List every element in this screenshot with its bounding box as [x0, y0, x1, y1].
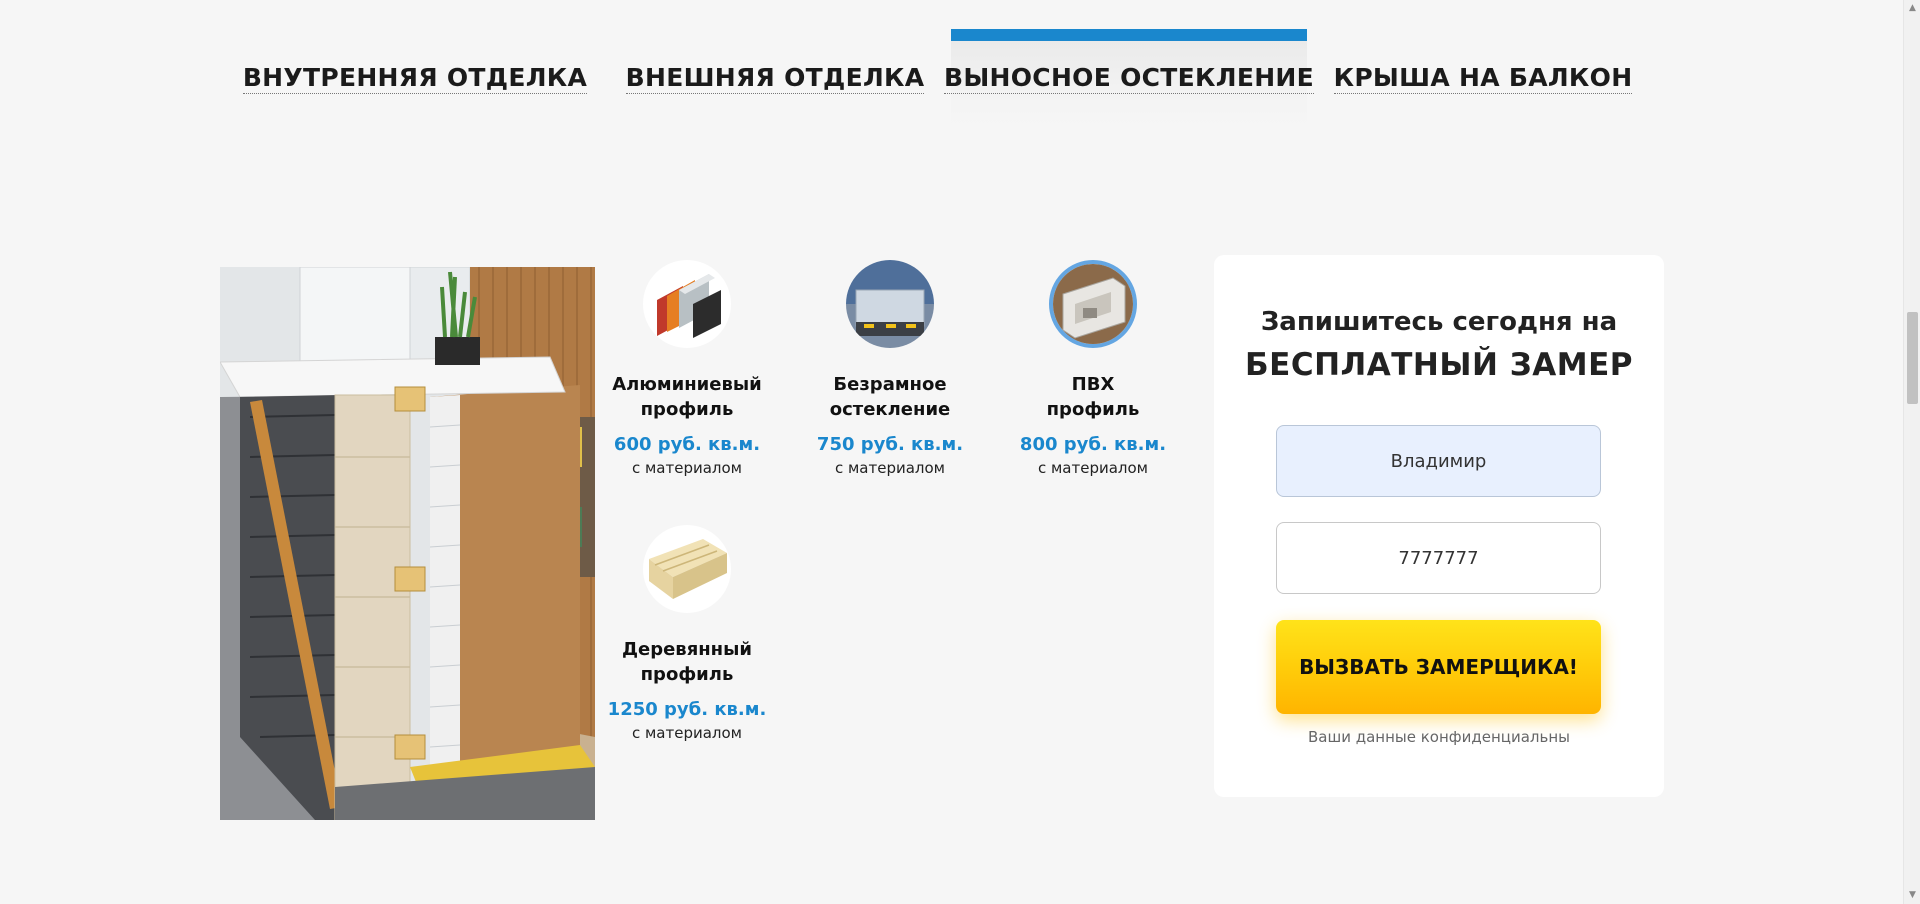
form-subtitle: БЕСПЛАТНЫЙ ЗАМЕР	[1245, 347, 1633, 383]
tab-remote-glazing[interactable]: ВЫНОСНОЕ ОСТЕКЛЕНИЕ	[943, 29, 1315, 129]
scroll-down-icon[interactable]: ▼	[1904, 887, 1920, 904]
tab-label: ВНУТРЕННЯЯ ОТДЕЛКА	[242, 63, 588, 94]
product-card-pvc: ПВХ профиль 800 руб. кв.м. с материалом	[1003, 260, 1183, 478]
product-name-line2: профиль	[640, 399, 734, 420]
balcony-cutaway-image	[220, 267, 595, 820]
product-note: с материалом	[631, 724, 743, 742]
tab-label: ВЫНОСНОЕ ОСТЕКЛЕНИЕ	[943, 63, 1315, 94]
product-price: 750 руб. кв.м.	[816, 434, 964, 455]
tab-balcony-roof[interactable]: КРЫША НА БАЛКОН	[1333, 29, 1633, 129]
tab-label: ВНЕШНЯЯ ОТДЕЛКА	[625, 63, 925, 94]
scrollbar-thumb[interactable]	[1907, 312, 1918, 404]
aluminum-profile-icon	[643, 260, 731, 348]
product-note: с материалом	[631, 459, 743, 477]
scroll-up-icon[interactable]: ▲	[1904, 0, 1920, 17]
call-measurer-button[interactable]: ВЫЗВАТЬ ЗАМЕРЩИКА!	[1276, 620, 1601, 714]
product-note: с материалом	[1037, 459, 1149, 477]
tab-interior-finishing[interactable]: ВНУТРЕННЯЯ ОТДЕЛКА	[242, 29, 588, 129]
wooden-profile-icon	[643, 525, 731, 613]
tab-label: КРЫША НА БАЛКОН	[1333, 63, 1633, 94]
product-price: 800 руб. кв.м.	[1019, 434, 1167, 455]
privacy-note: Ваши данные конфиденциальны	[1308, 728, 1570, 746]
product-name: Безрамное остекление	[800, 372, 980, 422]
product-name-line1: ПВХ	[1071, 374, 1115, 395]
product-price: 600 руб. кв.м.	[613, 434, 761, 455]
product-name: Алюминиевый профиль	[597, 372, 777, 422]
product-name-line1: Алюминиевый	[612, 374, 762, 395]
product-card-wooden: Деревянный профиль 1250 руб. кв.м. с мат…	[597, 525, 777, 743]
product-name: ПВХ профиль	[1003, 372, 1183, 422]
product-note: с материалом	[834, 459, 946, 477]
form-title: Запишитесь сегодня на	[1260, 307, 1618, 337]
pvc-profile-icon	[1049, 260, 1137, 348]
product-card-aluminum: Алюминиевый профиль 600 руб. кв.м. с мат…	[597, 260, 777, 478]
tab-bar: ВНУТРЕННЯЯ ОТДЕЛКА ВНЕШНЯЯ ОТДЕЛКА ВЫНОС…	[220, 29, 1670, 129]
product-card-frameless: Безрамное остекление 750 руб. кв.м. с ма…	[800, 260, 980, 478]
page-scrollbar[interactable]: ▲ ▼	[1903, 0, 1920, 904]
product-name-line2: профиль	[640, 664, 734, 685]
product-name-line2: профиль	[1046, 399, 1140, 420]
product-price: 1250 руб. кв.м.	[607, 699, 767, 720]
product-name-line1: Деревянный	[621, 639, 753, 660]
phone-input[interactable]	[1276, 522, 1601, 594]
product-name-line1: Безрамное	[833, 374, 947, 395]
frameless-glazing-icon	[846, 260, 934, 348]
measurement-request-form: Запишитесь сегодня на БЕСПЛАТНЫЙ ЗАМЕР В…	[1214, 255, 1664, 797]
balcony-illustration	[220, 267, 595, 820]
product-name-line2: остекление	[829, 399, 951, 420]
tab-exterior-finishing[interactable]: ВНЕШНЯЯ ОТДЕЛКА	[625, 29, 925, 129]
name-input[interactable]	[1276, 425, 1601, 497]
product-name: Деревянный профиль	[597, 637, 777, 687]
